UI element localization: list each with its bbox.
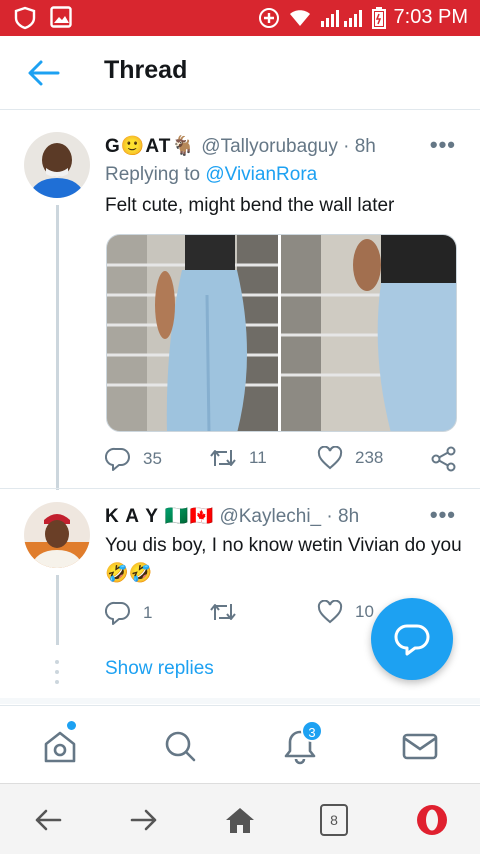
reply-icon (105, 601, 130, 625)
browser-tabs-button[interactable]: 8 (320, 804, 348, 836)
section-divider (0, 698, 480, 704)
notification-badge: 3 (301, 720, 323, 742)
replying-to-label: Replying to (105, 164, 206, 185)
shield-icon (14, 6, 36, 30)
tweet-header: K A Y 🇳🇬🇨🇦 @Kaylechi_ · 8h (105, 504, 359, 528)
home-icon[interactable] (40, 726, 80, 766)
home-unread-dot (67, 721, 76, 730)
status-bar: 7:03 PM (0, 0, 480, 36)
tweet-header: G🙂AT🐐 @Tallyorubaguy · 8h (105, 134, 376, 158)
browser-home-icon[interactable] (222, 802, 258, 838)
retweet-button[interactable]: 11 (209, 446, 267, 470)
gallery-icon (50, 6, 72, 28)
reply-button[interactable]: 1 (105, 600, 152, 626)
signal-icon (320, 9, 362, 27)
reply-count: 1 (143, 603, 153, 622)
heart-icon (317, 600, 343, 624)
tab-count: 8 (330, 812, 338, 828)
avatar[interactable] (24, 132, 90, 198)
browser-back-icon[interactable] (30, 802, 66, 838)
tweet-text: You dis boy, I no know wetin Vivian do y… (105, 535, 462, 584)
mention-link[interactable]: @VivianRora (205, 164, 317, 185)
status-time: 7:03 PM (393, 6, 468, 28)
share-icon (431, 446, 456, 472)
messages-envelope-icon[interactable] (400, 726, 440, 766)
reply-count: 35 (143, 449, 162, 468)
tweet-divider (0, 488, 480, 489)
wifi-icon (289, 9, 310, 26)
show-replies-link[interactable]: Show replies (105, 658, 214, 680)
page-title: Thread (104, 56, 188, 84)
app-header: Thread (0, 36, 480, 110)
like-count: 238 (355, 448, 384, 467)
tweet-text: Felt cute, might bend the wall later (105, 195, 395, 216)
battery-icon (371, 6, 386, 29)
browser-forward-icon[interactable] (126, 802, 162, 838)
retweet-count: 11 (249, 448, 267, 467)
search-icon[interactable] (160, 726, 200, 766)
share-button[interactable] (431, 446, 457, 472)
like-button[interactable]: 10 (317, 600, 374, 624)
tweet-time: · 8h (326, 506, 360, 527)
thread-connector-line (56, 575, 59, 645)
back-arrow-icon[interactable] (26, 58, 60, 88)
user-display-name[interactable]: G🙂AT🐐 (105, 136, 196, 157)
user-handle[interactable]: @Tallyorubaguy (201, 136, 338, 157)
bottom-navigation (0, 705, 480, 783)
retweet-button[interactable] (209, 600, 237, 624)
like-button[interactable]: 238 (317, 446, 383, 470)
thread-connector-line (56, 205, 59, 490)
opera-menu-icon[interactable] (414, 802, 450, 838)
reply-bubble-icon (394, 624, 430, 656)
tweet-time: · 8h (343, 136, 376, 157)
more-options-icon[interactable]: ••• (430, 502, 456, 528)
tweet-actions: 35 11 238 (105, 446, 465, 476)
heart-icon (317, 446, 343, 470)
thread-dots (55, 660, 59, 684)
user-handle[interactable]: @Kaylechi_ (219, 506, 321, 527)
retweet-icon (210, 604, 236, 620)
compose-reply-button[interactable] (371, 598, 453, 680)
media-photo[interactable] (107, 235, 282, 431)
retweet-icon (210, 450, 236, 466)
avatar[interactable] (24, 502, 90, 568)
user-display-name[interactable]: K A Y 🇳🇬🇨🇦 (105, 506, 214, 527)
media-photo[interactable] (281, 235, 456, 431)
browser-toolbar: 8 (0, 783, 480, 854)
data-saver-icon (258, 7, 279, 28)
reply-button[interactable]: 35 (105, 446, 162, 472)
reply-icon (105, 447, 130, 471)
more-options-icon[interactable]: ••• (430, 132, 456, 158)
replying-to-line: Replying to @VivianRora (105, 164, 317, 186)
tweet-media[interactable] (106, 234, 457, 432)
